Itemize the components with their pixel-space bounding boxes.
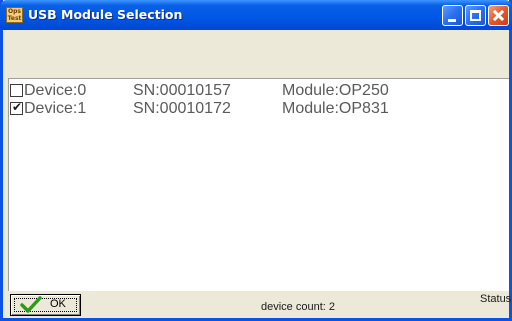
maximize-icon [470, 10, 481, 21]
device-list[interactable]: Device:0 SN:00010157 Module:OP250 ✔ Devi… [8, 78, 509, 291]
usb-module-selection-window: Ops Test USB Module Selection Device:0 S… [0, 0, 512, 321]
window-title: USB Module Selection [28, 7, 183, 22]
app-icon: Ops Test [6, 7, 23, 23]
device-0-checkbox[interactable] [10, 84, 23, 97]
serial-number: SN:00010157 [133, 82, 231, 99]
title-bar[interactable]: Ops Test USB Module Selection [0, 0, 512, 30]
module-name: Module:OP250 [282, 82, 389, 99]
device-count-label: device count: 2 [261, 301, 335, 313]
serial-number: SN:00010172 [133, 100, 231, 117]
maximize-button[interactable] [465, 5, 486, 26]
close-icon [489, 6, 508, 25]
status-label: Status [480, 293, 512, 305]
checkmark-icon: ✔ [12, 100, 23, 114]
device-id: Device:1 [24, 100, 87, 117]
green-checkmark-icon [20, 296, 42, 313]
module-name: Module:OP831 [282, 100, 389, 117]
status-bar: OK device count: 2 Status [3, 291, 512, 318]
device-id: Device:0 [24, 82, 87, 99]
minimize-icon [448, 19, 456, 22]
close-button[interactable] [488, 5, 509, 26]
ok-label: OK [50, 298, 66, 310]
device-1-checkbox[interactable]: ✔ [10, 100, 23, 115]
toolbar-area [3, 30, 509, 77]
ok-button[interactable]: OK [10, 294, 81, 316]
minimize-button[interactable] [442, 5, 463, 26]
